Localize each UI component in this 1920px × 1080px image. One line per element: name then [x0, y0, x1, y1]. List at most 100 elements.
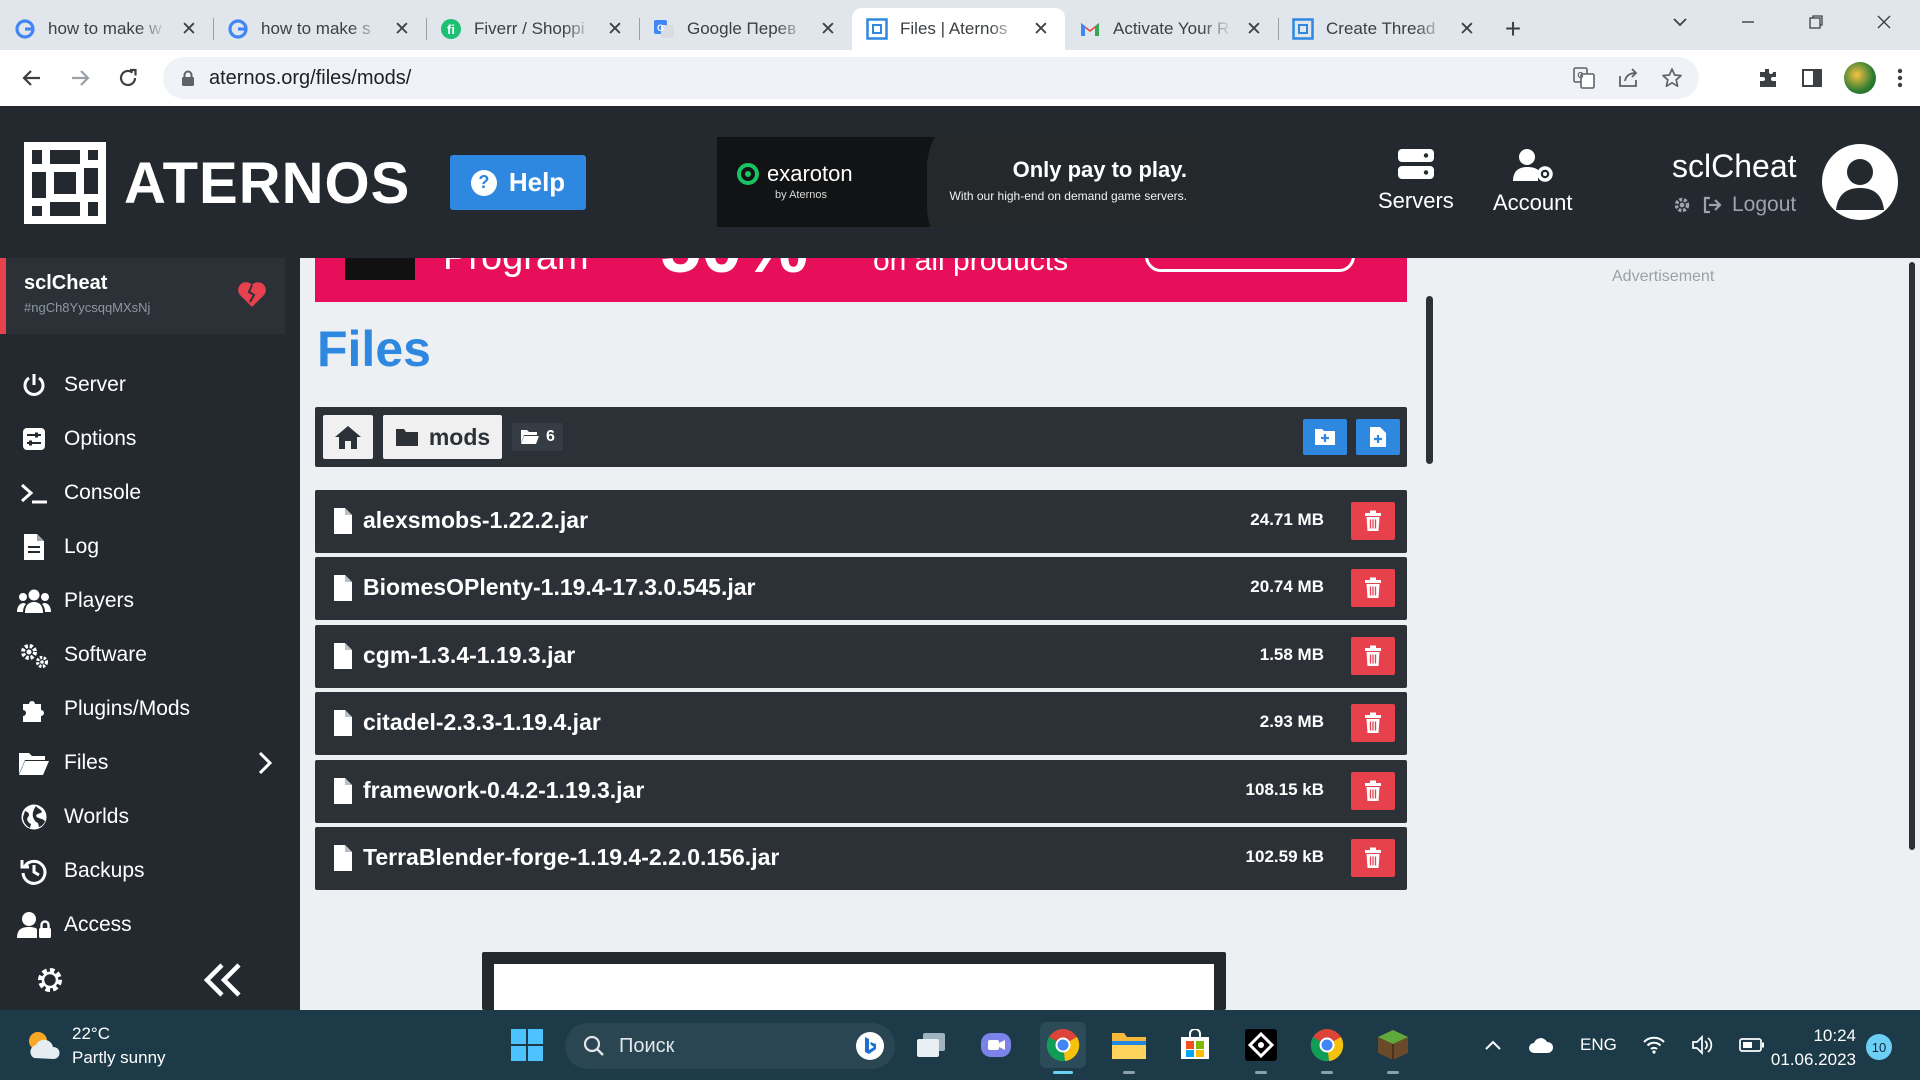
breadcrumb-folder[interactable]: mods: [383, 415, 502, 459]
browser-tab[interactable]: Activate Your R ✕: [1065, 8, 1278, 50]
sidebar-item-log[interactable]: Log: [0, 524, 285, 570]
server-card[interactable]: sclCheat #ngCh8YycsqqMXsNj: [0, 258, 285, 334]
chevron-up-icon[interactable]: [1484, 1039, 1502, 1051]
settings-gear-icon[interactable]: [34, 964, 66, 996]
file-explorer-icon[interactable]: [1106, 1022, 1152, 1074]
browser-tab[interactable]: how to make s ✕: [213, 8, 426, 50]
teams-chat-icon[interactable]: [973, 1022, 1019, 1068]
onedrive-cloud-icon[interactable]: [1528, 1036, 1554, 1054]
battery-icon[interactable]: [1738, 1037, 1765, 1053]
browser-tab[interactable]: Create Thread ✕: [1278, 8, 1491, 50]
file-row[interactable]: TerraBlender-forge-1.19.4-2.2.0.156.jar …: [315, 827, 1407, 890]
close-window-icon[interactable]: [1850, 0, 1918, 44]
aternos-logo-icon[interactable]: [24, 142, 106, 224]
gear-icon[interactable]: [1672, 195, 1692, 215]
browser-tab[interactable]: how to make w ✕: [0, 8, 213, 50]
delete-file-button[interactable]: [1351, 569, 1395, 607]
file-name[interactable]: framework-0.4.2-1.19.3.jar: [363, 777, 644, 804]
content-scrollbar[interactable]: [1426, 296, 1433, 464]
delete-file-button[interactable]: [1351, 839, 1395, 877]
exaroton-ad-banner[interactable]: exaroton by Aternos Only pay to play. Wi…: [717, 137, 1203, 227]
broken-heart-icon[interactable]: [237, 280, 267, 308]
task-view-icon[interactable]: [908, 1022, 954, 1068]
sidebar-item-players[interactable]: Players: [0, 578, 285, 624]
extensions-icon[interactable]: [1756, 66, 1780, 90]
user-avatar[interactable]: [1822, 144, 1898, 220]
sidebar-item-access[interactable]: Access: [0, 902, 285, 948]
system-clock[interactable]: 10:24 01.06.2023: [1766, 1024, 1856, 1072]
file-row[interactable]: cgm-1.3.4-1.19.3.jar 1.58 MB: [315, 625, 1407, 688]
close-tab-icon[interactable]: ✕: [605, 19, 625, 40]
close-tab-icon[interactable]: ✕: [179, 19, 199, 40]
language-indicator[interactable]: ENG: [1580, 1035, 1617, 1055]
bookmark-star-icon[interactable]: [1661, 67, 1683, 89]
volume-icon[interactable]: [1691, 1035, 1713, 1055]
cursor-app-icon[interactable]: [1238, 1022, 1284, 1074]
delete-file-button[interactable]: [1351, 704, 1395, 742]
home-button[interactable]: [323, 415, 373, 459]
tab-search-icon[interactable]: [1646, 0, 1714, 44]
restore-icon[interactable]: [1782, 0, 1850, 44]
taskbar-search[interactable]: Поиск: [565, 1023, 895, 1069]
sidebar-item-server[interactable]: Server: [0, 362, 285, 408]
sidebar-item-worlds[interactable]: Worlds: [0, 794, 285, 840]
close-tab-icon[interactable]: ✕: [1244, 19, 1264, 40]
logout-link[interactable]: Logout: [1732, 193, 1796, 217]
reload-button[interactable]: [108, 58, 148, 98]
file-row[interactable]: citadel-2.3.3-1.19.4.jar 2.93 MB: [315, 692, 1407, 755]
chrome-profile-icon[interactable]: [1304, 1022, 1350, 1074]
promo-banner[interactable]: Program 50% on all products: [315, 258, 1407, 302]
close-tab-icon[interactable]: ✕: [392, 19, 412, 40]
header-username[interactable]: sclCheat: [1672, 148, 1797, 185]
file-row[interactable]: alexsmobs-1.22.2.jar 24.71 MB: [315, 490, 1407, 553]
start-button[interactable]: [504, 1022, 550, 1068]
new-folder-button[interactable]: [1303, 419, 1347, 455]
sidebar-item-files[interactable]: Files: [0, 740, 285, 786]
delete-file-button[interactable]: [1351, 637, 1395, 675]
translate-icon[interactable]: G: [1573, 67, 1595, 89]
browser-tab[interactable]: G Google Перев ✕: [639, 8, 852, 50]
side-panel-icon[interactable]: [1800, 66, 1824, 90]
help-button[interactable]: ? Help: [450, 155, 586, 210]
sidebar-item-software[interactable]: Software: [0, 632, 285, 678]
file-name[interactable]: BiomesOPlenty-1.19.4-17.3.0.545.jar: [363, 574, 756, 601]
weather-widget[interactable]: 22°C Partly sunny: [24, 1022, 166, 1070]
forward-button[interactable]: [60, 58, 100, 98]
nav-account[interactable]: Account: [1493, 148, 1573, 216]
chrome-app-icon[interactable]: [1040, 1022, 1086, 1074]
close-tab-icon[interactable]: ✕: [818, 19, 838, 40]
wifi-icon[interactable]: [1643, 1036, 1665, 1054]
address-bar[interactable]: aternos.org/files/mods/ G: [163, 57, 1699, 99]
delete-file-button[interactable]: [1351, 502, 1395, 540]
profile-avatar[interactable]: [1844, 62, 1876, 94]
browser-tab-active[interactable]: Files | Aternos ✕: [852, 8, 1065, 50]
file-name[interactable]: TerraBlender-forge-1.19.4-2.2.0.156.jar: [363, 844, 779, 871]
back-button[interactable]: [12, 58, 52, 98]
new-file-button[interactable]: [1356, 419, 1400, 455]
file-row[interactable]: BiomesOPlenty-1.19.4-17.3.0.545.jar 20.7…: [315, 557, 1407, 620]
browser-tab[interactable]: fi Fiverr / Shoppi ✕: [426, 8, 639, 50]
nav-servers[interactable]: Servers: [1378, 148, 1454, 214]
close-tab-icon[interactable]: ✕: [1031, 19, 1051, 40]
file-name[interactable]: cgm-1.3.4-1.19.3.jar: [363, 642, 575, 669]
kebab-menu-icon[interactable]: [1896, 66, 1904, 90]
minecraft-icon[interactable]: [1370, 1022, 1416, 1074]
delete-file-button[interactable]: [1351, 772, 1395, 810]
page-scrollbar[interactable]: [1909, 262, 1915, 850]
microsoft-store-icon[interactable]: [1172, 1022, 1218, 1068]
sidebar-item-options[interactable]: Options: [0, 416, 285, 462]
notification-badge[interactable]: 10: [1866, 1034, 1892, 1060]
close-tab-icon[interactable]: ✕: [1457, 19, 1477, 40]
collapse-sidebar-icon[interactable]: [202, 962, 244, 998]
share-icon[interactable]: [1617, 67, 1639, 89]
brand-name[interactable]: ATERNOS: [124, 150, 410, 217]
sidebar-item-backups[interactable]: Backups: [0, 848, 285, 894]
sidebar-item-plugins-mods[interactable]: Plugins/Mods: [0, 686, 285, 732]
file-editor-area[interactable]: [494, 964, 1214, 1010]
new-tab-button[interactable]: +: [1491, 8, 1535, 50]
file-name[interactable]: alexsmobs-1.22.2.jar: [363, 507, 588, 534]
file-row[interactable]: framework-0.4.2-1.19.3.jar 108.15 kB: [315, 760, 1407, 823]
sidebar-item-console[interactable]: Console: [0, 470, 285, 516]
minimize-icon[interactable]: [1714, 0, 1782, 44]
file-name[interactable]: citadel-2.3.3-1.19.4.jar: [363, 709, 601, 736]
